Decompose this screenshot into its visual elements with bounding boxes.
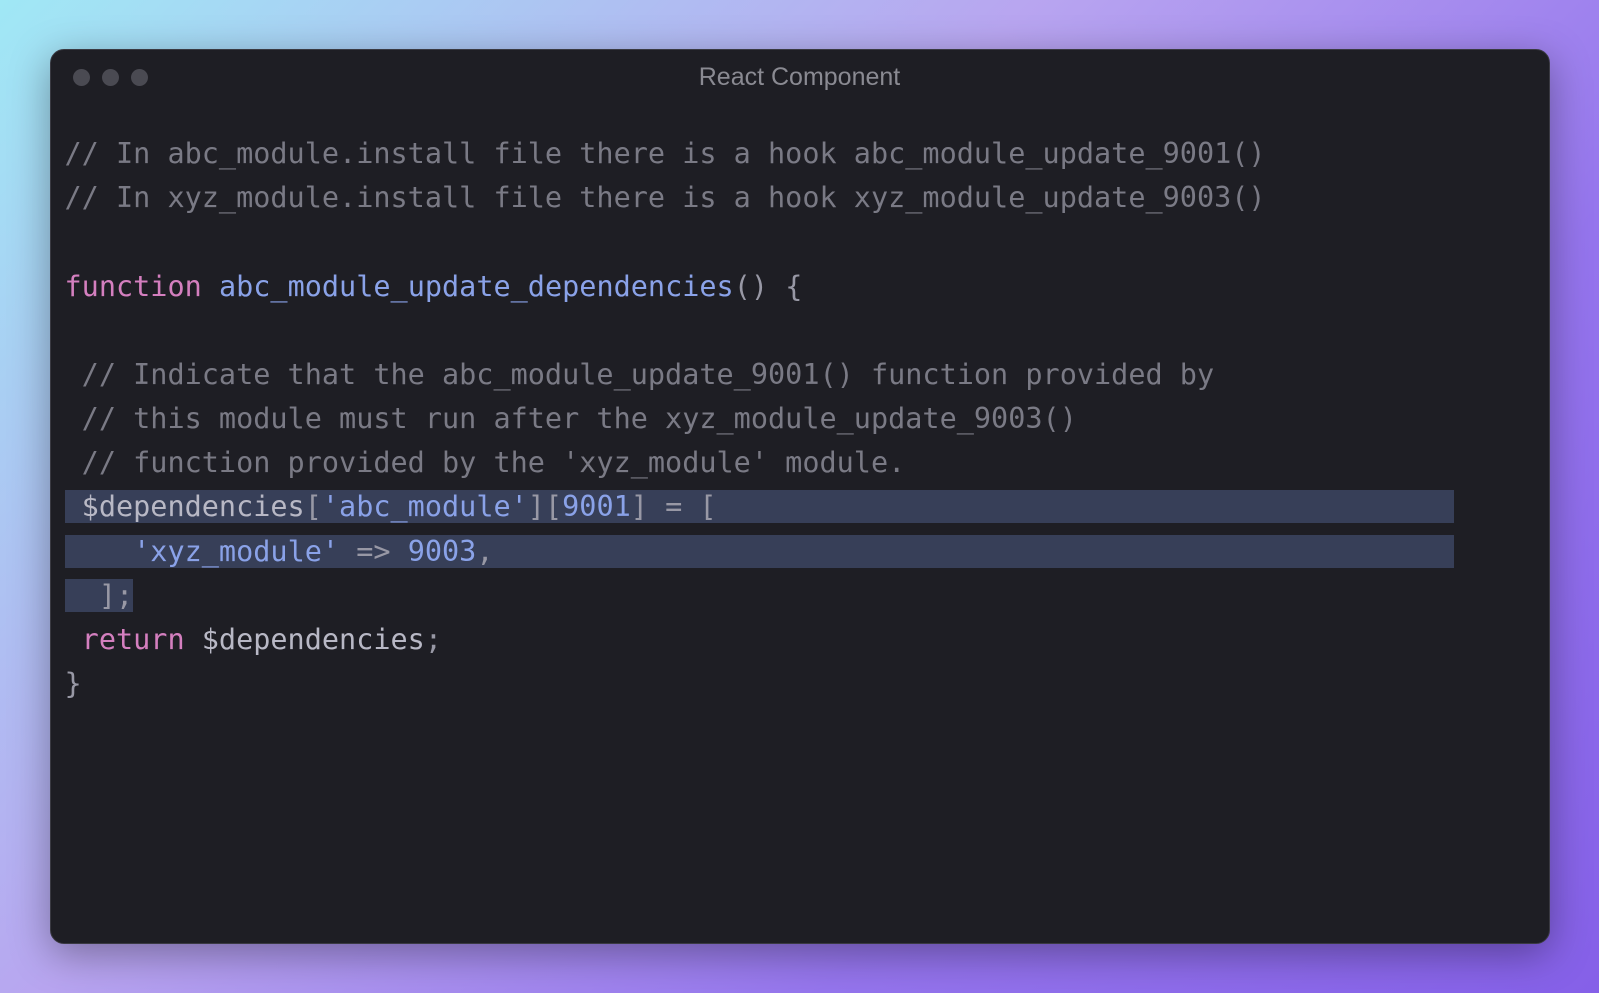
code-punct: () bbox=[734, 270, 768, 303]
code-punct: } bbox=[65, 667, 82, 700]
code-punct: [ bbox=[305, 490, 322, 523]
traffic-lights bbox=[73, 69, 148, 86]
code-number: 9003 bbox=[408, 535, 477, 568]
code-window: React Component // In abc_module.install… bbox=[50, 49, 1550, 944]
code-punct: ] bbox=[631, 490, 648, 523]
code-keyword: return bbox=[65, 623, 185, 656]
code-selection: 'xyz_module' => 9003, bbox=[65, 535, 1455, 568]
code-comment: // this module must run after the xyz_mo… bbox=[65, 402, 1077, 435]
code-string: 'xyz_module' bbox=[133, 535, 339, 568]
code-selection: $dependencies['abc_module'][9001] = [ bbox=[65, 490, 1455, 523]
code-punct: , bbox=[476, 535, 493, 568]
code-comment: // In xyz_module.install file there is a… bbox=[65, 181, 1266, 214]
code-operator: => bbox=[339, 535, 408, 568]
code-string: 'abc_module' bbox=[322, 490, 528, 523]
close-icon[interactable] bbox=[73, 69, 90, 86]
code-editor[interactable]: // In abc_module.install file there is a… bbox=[51, 104, 1549, 943]
code-operator: = [ bbox=[648, 490, 717, 523]
code-punct: ; bbox=[425, 623, 442, 656]
code-comment: // In abc_module.install file there is a… bbox=[65, 137, 1266, 170]
code-selection: ]; bbox=[65, 579, 134, 612]
minimize-icon[interactable] bbox=[102, 69, 119, 86]
code-variable: $dependencies bbox=[65, 490, 305, 523]
code-punct: ]; bbox=[65, 579, 134, 612]
window-title: React Component bbox=[51, 63, 1549, 92]
code-punct: ] bbox=[528, 490, 545, 523]
code-indent bbox=[65, 535, 134, 568]
code-punct: { bbox=[768, 270, 802, 303]
titlebar: React Component bbox=[51, 50, 1549, 104]
code-number: 9001 bbox=[562, 490, 631, 523]
code-variable: $dependencies bbox=[185, 623, 425, 656]
maximize-icon[interactable] bbox=[131, 69, 148, 86]
code-keyword: function bbox=[65, 270, 202, 303]
code-function-name: abc_module_update_dependencies bbox=[219, 270, 734, 303]
code-punct: [ bbox=[545, 490, 562, 523]
code-comment: // Indicate that the abc_module_update_9… bbox=[65, 358, 1215, 391]
code-comment: // function provided by the 'xyz_module'… bbox=[65, 446, 906, 479]
